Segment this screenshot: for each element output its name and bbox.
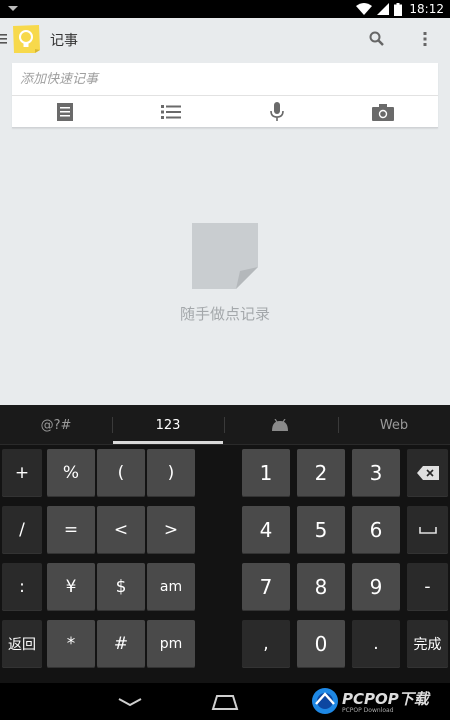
watermark-sub: PCPOP Download xyxy=(342,707,394,714)
home-button[interactable] xyxy=(205,691,245,713)
keep-app: 记事 添加快速记事 随手做点记录 xyxy=(0,18,450,405)
key-plus[interactable]: + xyxy=(2,449,42,497)
key-backspace[interactable] xyxy=(407,449,448,497)
menu-icon[interactable] xyxy=(0,33,7,45)
key-back[interactable]: 返回 xyxy=(2,620,42,668)
backspace-icon xyxy=(416,466,439,480)
card-divider xyxy=(12,95,438,96)
key-6[interactable]: 6 xyxy=(352,506,400,554)
notification-icon xyxy=(8,6,18,11)
nav-back-icon xyxy=(118,698,142,707)
app-title: 记事 xyxy=(50,33,78,49)
key-9[interactable]: 9 xyxy=(352,563,400,611)
key-greater-than[interactable]: > xyxy=(147,506,195,554)
search-icon[interactable] xyxy=(368,30,386,48)
back-button[interactable] xyxy=(110,691,150,713)
keyboard: @?# 123 Web + % ( ) 1 2 3 / = < > 4 5 6 xyxy=(0,405,450,683)
keep-logo-icon[interactable] xyxy=(11,24,41,54)
key-7[interactable]: 7 xyxy=(242,563,290,611)
tab-numbers[interactable]: 123 xyxy=(112,405,224,445)
key-dollar[interactable]: $ xyxy=(97,563,145,611)
android-icon xyxy=(272,419,288,431)
wifi-icon xyxy=(356,3,373,15)
key-pm[interactable]: pm xyxy=(147,620,195,668)
action-bar: 记事 xyxy=(0,18,450,60)
nav-home-icon xyxy=(211,695,239,710)
microphone-icon xyxy=(270,102,284,121)
key-period[interactable]: . xyxy=(352,620,400,668)
space-icon xyxy=(418,527,437,534)
key-hash[interactable]: # xyxy=(97,620,145,668)
new-photo-note-button[interactable] xyxy=(330,97,436,127)
text-note-icon xyxy=(57,103,73,121)
battery-icon xyxy=(394,2,403,16)
watermark-logo-icon xyxy=(312,688,338,714)
key-comma[interactable]: , xyxy=(242,620,290,668)
key-close-paren[interactable]: ) xyxy=(147,449,195,497)
key-5[interactable]: 5 xyxy=(297,506,345,554)
key-yen[interactable]: ¥ xyxy=(47,563,95,611)
signal-icon xyxy=(377,3,390,15)
empty-state-text: 随手做点记录 xyxy=(179,305,270,323)
key-percent[interactable]: % xyxy=(47,449,95,497)
key-asterisk[interactable]: * xyxy=(47,620,95,668)
watermark-brand: PCPOP下载 xyxy=(342,690,429,708)
new-text-note-button[interactable] xyxy=(12,97,118,127)
quick-note-input[interactable] xyxy=(12,63,438,95)
new-list-button[interactable] xyxy=(118,97,224,127)
key-0[interactable]: 0 xyxy=(297,620,345,668)
key-less-than[interactable]: < xyxy=(97,506,145,554)
list-note-icon xyxy=(161,105,181,119)
tab-web[interactable]: Web xyxy=(338,405,450,445)
key-minus[interactable]: - xyxy=(407,563,448,611)
keyboard-tabs: @?# 123 Web xyxy=(0,405,450,445)
new-voice-note-button[interactable] xyxy=(224,97,330,127)
tab-symbols[interactable]: @?# xyxy=(0,405,112,445)
key-equals[interactable]: = xyxy=(47,506,95,554)
status-time: 18:12 xyxy=(409,2,444,16)
key-am[interactable]: am xyxy=(147,563,195,611)
key-done[interactable]: 完成 xyxy=(407,620,448,668)
key-2[interactable]: 2 xyxy=(297,449,345,497)
key-3[interactable]: 3 xyxy=(352,449,400,497)
quick-note-card xyxy=(12,63,438,128)
key-slash[interactable]: / xyxy=(2,506,42,554)
overflow-menu-icon[interactable] xyxy=(419,30,431,48)
key-colon[interactable]: : xyxy=(2,563,42,611)
key-4[interactable]: 4 xyxy=(242,506,290,554)
tab-emoji[interactable] xyxy=(224,405,336,445)
empty-note-icon xyxy=(192,223,258,289)
status-bar: 18:12 xyxy=(0,0,450,18)
camera-icon xyxy=(372,103,394,121)
key-8[interactable]: 8 xyxy=(297,563,345,611)
watermark: PCPOP下载 PCPOP Download xyxy=(306,682,450,720)
key-1[interactable]: 1 xyxy=(242,449,290,497)
key-open-paren[interactable]: ( xyxy=(97,449,145,497)
key-space[interactable] xyxy=(407,506,448,554)
